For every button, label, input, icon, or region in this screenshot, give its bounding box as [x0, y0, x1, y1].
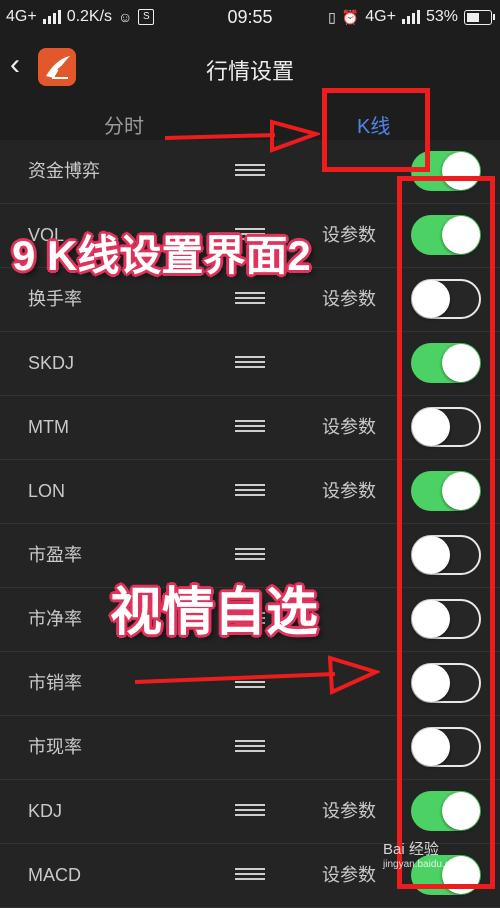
page-title: 行情设置	[205, 59, 294, 84]
vibrate-icon: ▯	[328, 8, 336, 25]
toggle-column-highlight-box	[397, 176, 495, 889]
indicator-label: MTM	[28, 417, 69, 437]
caption-top: 9 K线设置界面2	[12, 232, 311, 279]
drag-handle-icon[interactable]	[235, 164, 265, 178]
indicator-label: 市销率	[28, 673, 82, 693]
battery-icon	[464, 9, 495, 25]
drag-handle-icon[interactable]	[235, 484, 265, 498]
indicator-label: KDJ	[28, 801, 63, 821]
drag-handle-icon[interactable]	[235, 420, 265, 434]
indicator-label: 资金博弈	[28, 161, 100, 181]
arrow-to-kline-tab	[164, 119, 320, 153]
set-params-button[interactable]: 设参数	[322, 780, 376, 843]
indicator-label: SKDJ	[28, 353, 75, 373]
watermark-url: jingyan.baidu.com	[383, 859, 464, 870]
tab-timeshare[interactable]: 分时	[104, 110, 144, 139]
drag-handle-icon[interactable]	[235, 548, 265, 562]
set-params-button[interactable]: 设参数	[322, 460, 376, 523]
kline-tab-highlight-box	[322, 88, 430, 172]
indicator-label: 市盈率	[28, 545, 82, 565]
set-params-button[interactable]: 设参数	[322, 268, 376, 331]
drag-handle-icon[interactable]	[235, 740, 265, 754]
drag-handle-icon[interactable]	[235, 868, 265, 882]
indicator-label: 市净率	[28, 609, 82, 629]
indicator-label: 市现率	[28, 737, 82, 757]
drag-handle-icon[interactable]	[235, 356, 265, 370]
drag-handle-icon[interactable]	[235, 804, 265, 818]
indicator-label: LON	[28, 481, 66, 501]
set-params-button[interactable]: 设参数	[322, 204, 376, 267]
watermark: Bai 经验 jingyan.baidu.com	[383, 838, 464, 870]
alarm-icon: ⏰	[341, 8, 360, 25]
network-type-right: 4G+	[365, 8, 396, 25]
caption-mid: 视情自选	[110, 584, 319, 642]
set-params-button[interactable]: 设参数	[322, 396, 376, 459]
set-params-button[interactable]: 设参数	[322, 844, 376, 907]
drag-handle-icon[interactable]	[235, 292, 265, 306]
battery-percent: 53%	[425, 8, 458, 25]
status-bar: 4G+ 0.2K/s ☺ S 09:55 ▯ ⏰ 4G+ 53%	[0, 0, 500, 34]
signal-icon-2	[401, 10, 420, 24]
indicator-label: MACD	[28, 865, 81, 885]
watermark-brand: Bai 经验	[383, 841, 439, 858]
arrow-to-toggles	[134, 655, 380, 696]
